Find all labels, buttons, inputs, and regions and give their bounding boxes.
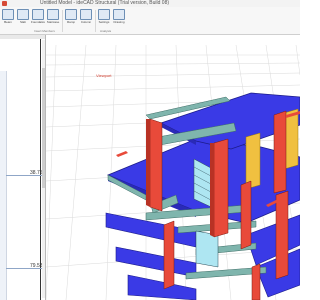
- ribbon-button-drawing[interactable]: Drawing: [112, 9, 126, 29]
- ribbon-toolbar: Beam Slab Foundation Staircase Ramp Colu…: [0, 7, 300, 35]
- window-title: Untitled Model - ideCAD Structural (Tria…: [40, 0, 170, 6]
- group-label-analysis: Analysis: [100, 29, 112, 33]
- settings-icon: [98, 9, 110, 20]
- ribbon-button-slab[interactable]: Slab: [16, 9, 30, 29]
- group-label-insert: Insert Members: [34, 29, 55, 33]
- ribbon-button-label: Slab: [19, 21, 26, 24]
- 3d-viewport[interactable]: Viewport: [46, 35, 300, 300]
- ribbon-button-ramp[interactable]: Ramp: [64, 9, 78, 29]
- ribbon-button-label: Ramp: [66, 21, 75, 24]
- foundation-icon: [32, 9, 44, 20]
- scrollbar-thumb[interactable]: [42, 68, 45, 188]
- ribbon-button-label: Foundation: [31, 21, 45, 24]
- ramp-icon: [65, 9, 77, 20]
- group-separator: [62, 10, 63, 32]
- ribbon-button-foundation[interactable]: Foundation: [31, 9, 45, 29]
- structure-3d-view[interactable]: [46, 35, 300, 300]
- beam-icon: [2, 9, 14, 20]
- ribbon-button-staircase[interactable]: Staircase: [46, 9, 60, 29]
- level-label[interactable]: 79.58: [30, 263, 43, 269]
- column-icon: [80, 9, 92, 20]
- panel-header: [0, 35, 45, 39]
- ribbon-button-beam[interactable]: Beam: [1, 9, 15, 29]
- app-icon[interactable]: [2, 1, 7, 6]
- ribbon-button-label: Settings: [98, 21, 110, 24]
- ribbon-button-column[interactable]: Column: [79, 9, 93, 29]
- ribbon-button-settings[interactable]: Settings: [97, 9, 111, 29]
- slab-icon: [17, 9, 29, 20]
- viewport-tab[interactable]: Viewport: [96, 73, 112, 78]
- vertical-scrollbar[interactable]: [42, 40, 45, 298]
- story-ruler: [0, 71, 7, 300]
- ribbon-button-label: Beam: [4, 21, 12, 24]
- story-panel: 38.75 79.58: [0, 35, 46, 300]
- ribbon-button-label: Staircase: [46, 21, 60, 24]
- level-label[interactable]: 38.75: [30, 170, 43, 176]
- group-separator: [95, 10, 96, 32]
- staircase-icon: [47, 9, 59, 20]
- ribbon-button-label: Drawing: [113, 21, 125, 24]
- drawing-icon: [113, 9, 125, 20]
- ribbon-button-label: Column: [80, 21, 92, 24]
